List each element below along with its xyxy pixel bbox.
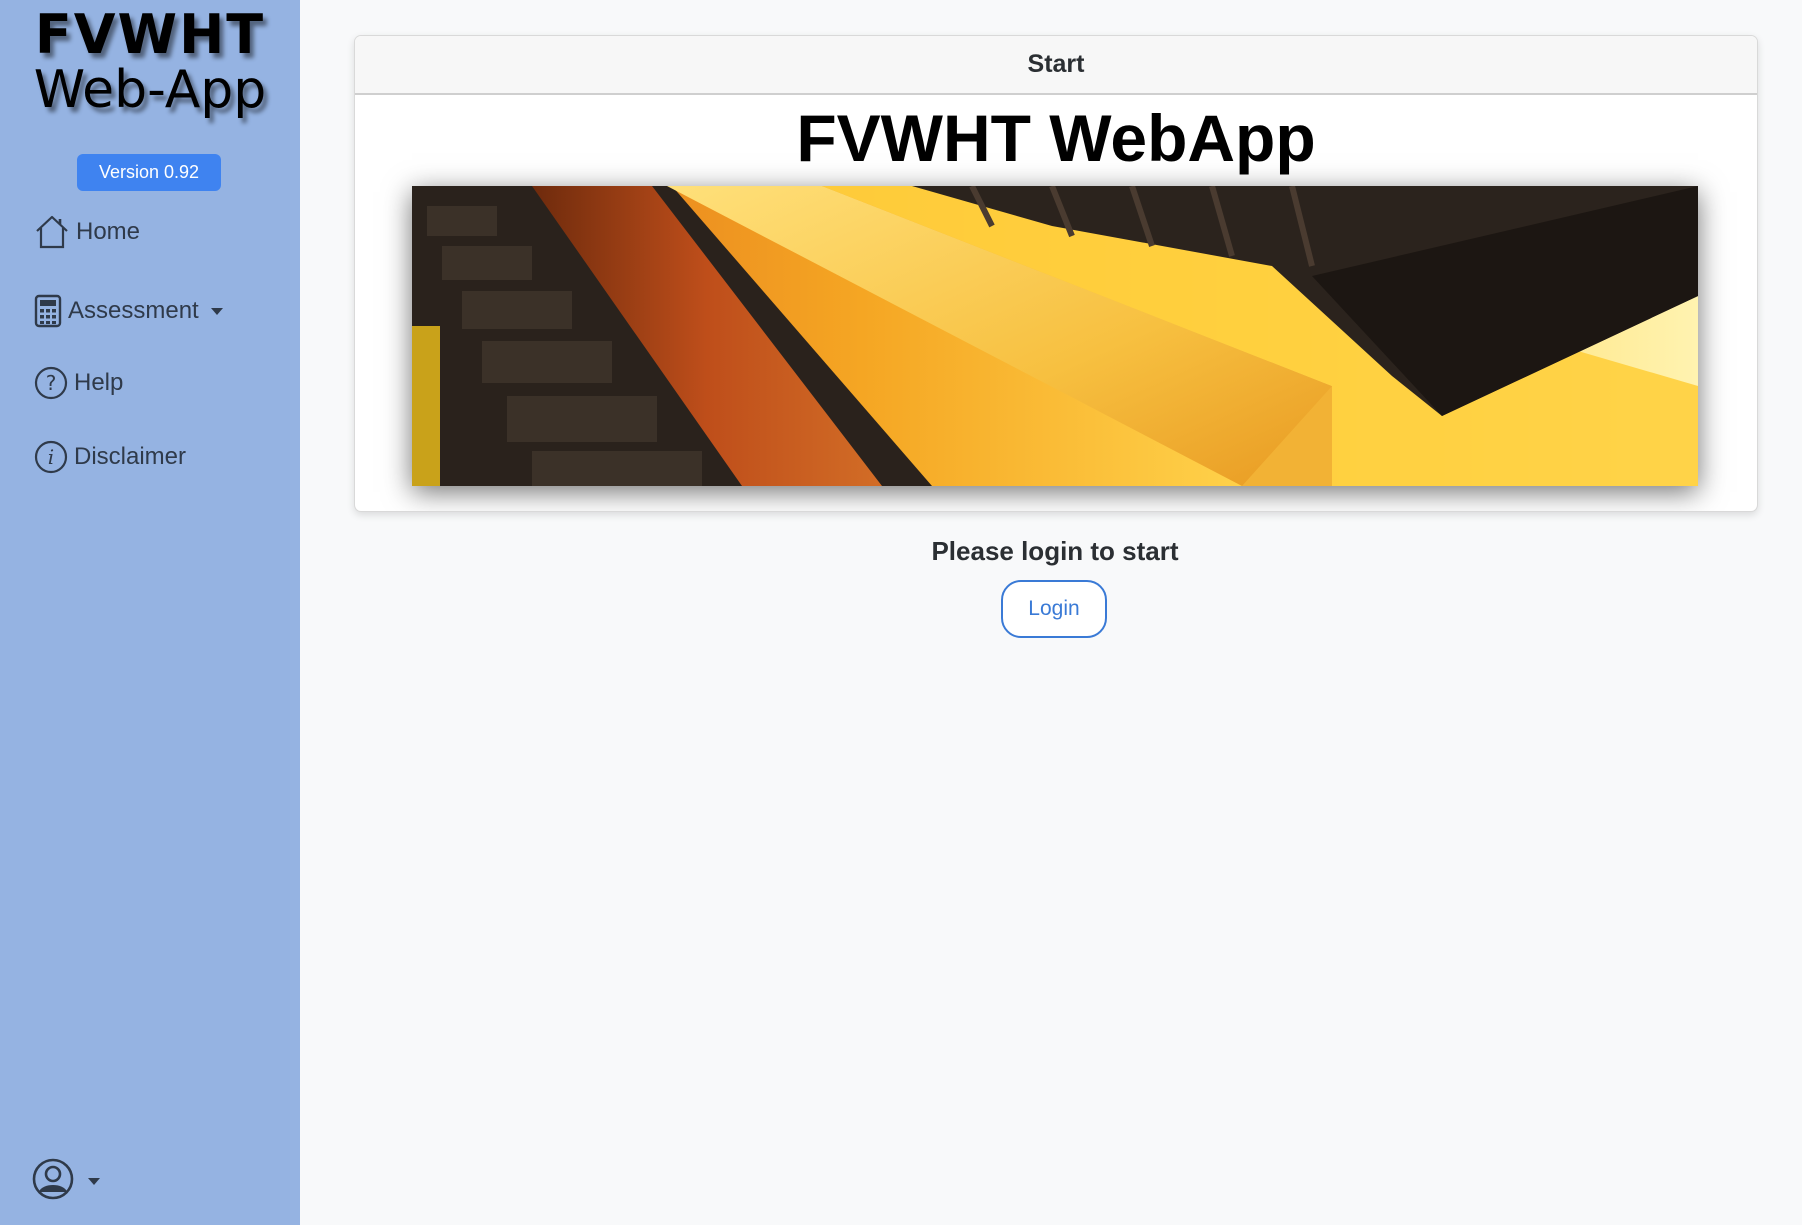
sidebar: FVWHT Web-App Version 0.92 Home Assessme… bbox=[0, 0, 300, 1225]
sidebar-item-disclaimer[interactable]: i Disclaimer bbox=[34, 440, 186, 474]
page-title: FVWHT WebApp bbox=[796, 101, 1316, 175]
card-header: Start bbox=[355, 36, 1757, 95]
sidebar-item-assessment[interactable]: Assessment bbox=[34, 294, 223, 328]
app-root: FVWHT Web-App Version 0.92 Home Assessme… bbox=[0, 0, 1802, 1225]
question-circle-icon: ? bbox=[34, 366, 68, 400]
sidebar-item-home[interactable]: Home bbox=[34, 214, 140, 250]
brand-logo: FVWHT Web-App bbox=[0, 3, 300, 120]
sidebar-item-disclaimer-label: Disclaimer bbox=[74, 443, 187, 470]
start-card: Start FVWHT WebApp bbox=[354, 35, 1758, 512]
login-button[interactable]: Login bbox=[1001, 580, 1107, 638]
version-badge: Version 0.92 bbox=[77, 154, 221, 191]
user-menu[interactable] bbox=[32, 1158, 100, 1205]
sidebar-item-help-label: Help bbox=[74, 369, 124, 396]
home-icon bbox=[34, 214, 70, 250]
calculator-icon bbox=[34, 294, 62, 328]
info-circle-icon: i bbox=[34, 440, 68, 474]
sidebar-item-assessment-label: Assessment bbox=[68, 297, 199, 324]
sidebar-item-home-label: Home bbox=[76, 218, 141, 245]
svg-text:i: i bbox=[48, 445, 54, 469]
chevron-down-icon bbox=[210, 307, 223, 315]
brand-line1: FVWHT bbox=[34, 3, 266, 66]
sidebar-item-help[interactable]: ? Help bbox=[34, 366, 123, 400]
chevron-down-icon bbox=[88, 1178, 100, 1185]
login-prompt: Please login to start bbox=[931, 536, 1179, 566]
user-circle-icon bbox=[32, 1158, 74, 1205]
banner-image bbox=[412, 186, 1698, 486]
brand-line2: Web-App bbox=[33, 60, 267, 120]
svg-text:?: ? bbox=[46, 371, 57, 395]
